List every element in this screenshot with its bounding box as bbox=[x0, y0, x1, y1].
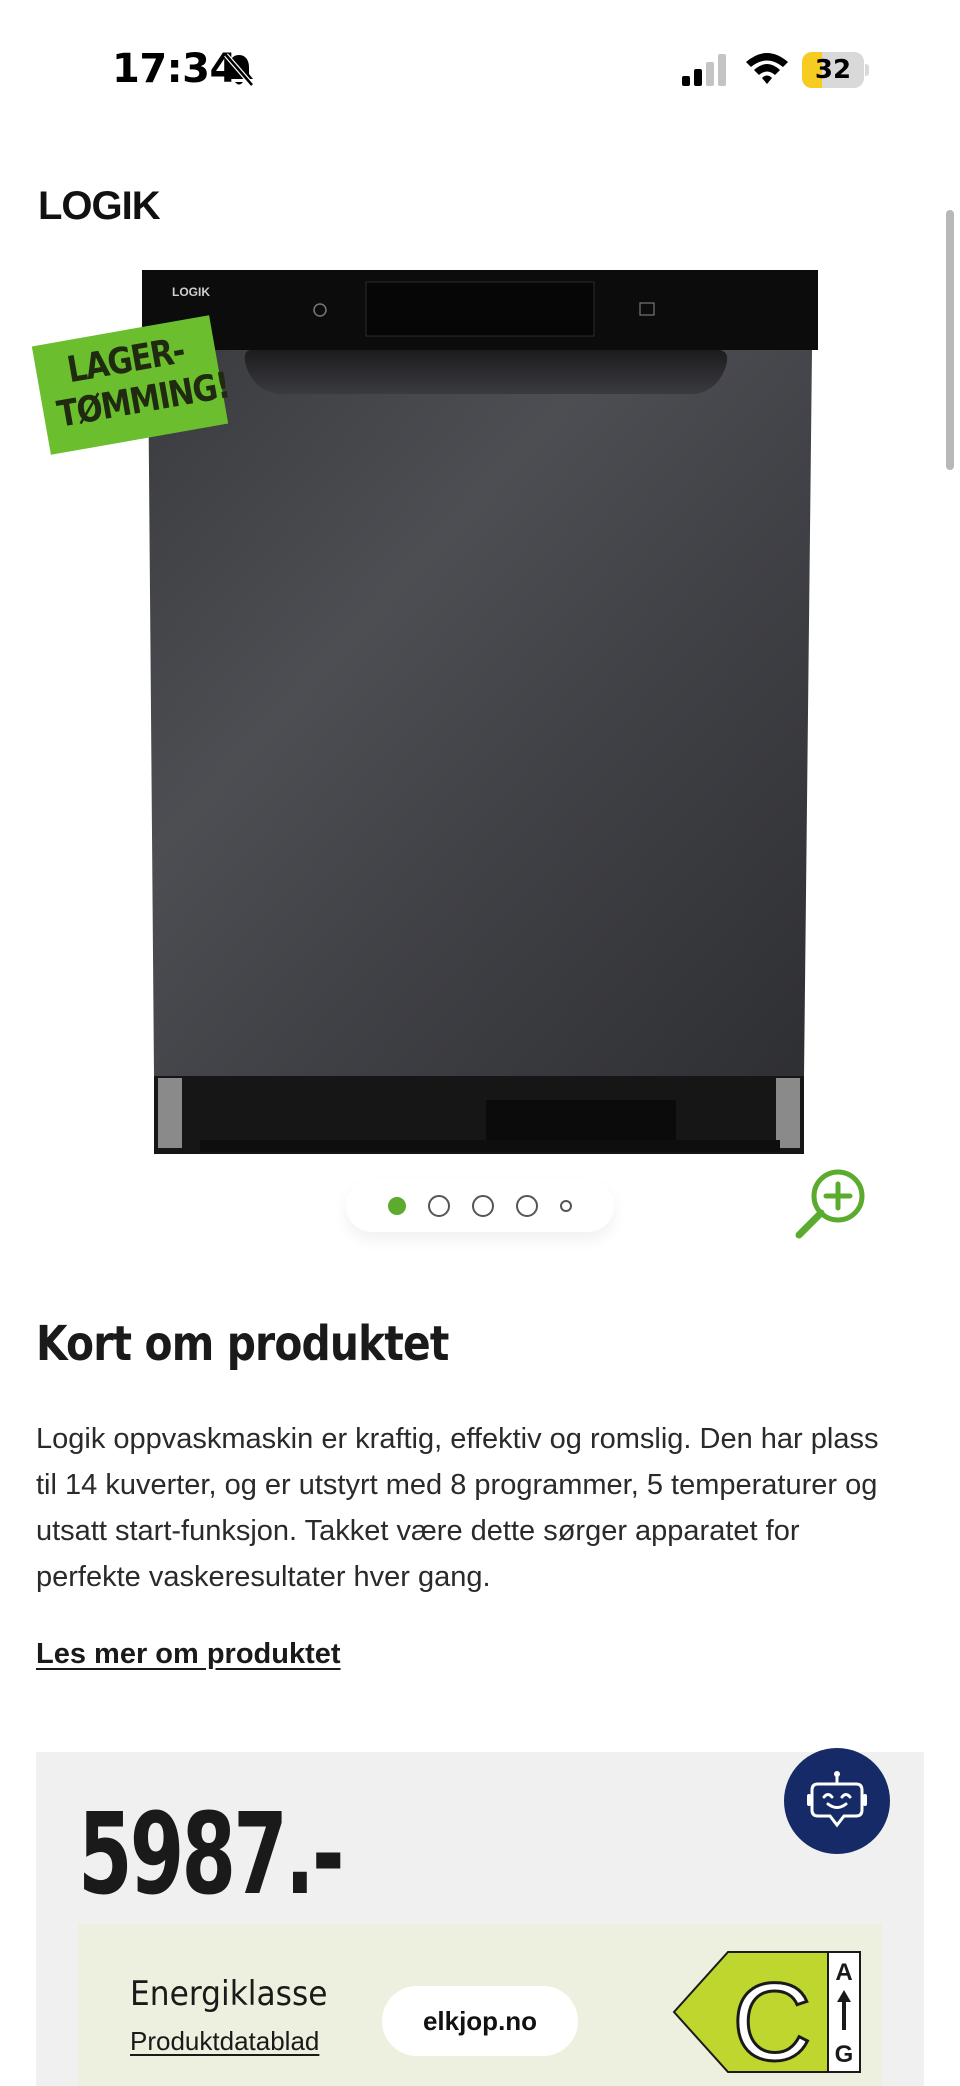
read-more-link[interactable]: Les mer om produktet bbox=[36, 1638, 341, 1671]
carousel-dot[interactable] bbox=[516, 1195, 538, 1217]
energy-class-letter: C bbox=[732, 1961, 811, 2074]
product-summary: Logik oppvaskmaskin er kraftig, effektiv… bbox=[36, 1423, 879, 1593]
battery-icon: 32 bbox=[802, 52, 869, 88]
energy-class-badge[interactable]: C A G bbox=[672, 1950, 862, 2074]
chat-bot-button[interactable] bbox=[784, 1748, 890, 1854]
signal-icon bbox=[682, 54, 726, 86]
energy-scale-bottom: G bbox=[835, 2041, 854, 2068]
wifi-icon bbox=[746, 53, 788, 84]
carousel-dot[interactable] bbox=[388, 1197, 406, 1215]
energy-scale-top: A bbox=[835, 1959, 852, 1986]
carousel-dots bbox=[346, 1180, 614, 1232]
brand-logo[interactable]: LOGIK bbox=[38, 184, 161, 229]
dishwasher-image[interactable]: LOGIK bbox=[140, 268, 820, 1166]
site-chip[interactable]: elkjop.no bbox=[382, 1986, 578, 2056]
zoom-in-icon[interactable] bbox=[792, 1166, 868, 1242]
status-time: 17:34 bbox=[112, 46, 237, 92]
price: 5987.- bbox=[78, 1790, 345, 1920]
carousel-dot[interactable] bbox=[428, 1195, 450, 1217]
carousel-dot[interactable] bbox=[560, 1200, 572, 1212]
battery-level: 32 bbox=[814, 55, 852, 85]
product-datasheet-link[interactable]: Produktdatablad bbox=[130, 2026, 319, 2057]
section-title: Kort om produktet bbox=[36, 1316, 449, 1372]
chat-bot-icon bbox=[807, 1771, 867, 1828]
energy-class-label: Energiklasse bbox=[130, 1974, 328, 2014]
status-bar: 17:34 32 bbox=[0, 0, 960, 140]
carousel-dot[interactable] bbox=[472, 1195, 494, 1217]
panel-logo: LOGIK bbox=[172, 285, 210, 299]
campaign-badge-text: LAGER- TØMMING! bbox=[54, 330, 233, 436]
scrollbar[interactable] bbox=[946, 210, 954, 470]
bell-off-icon bbox=[224, 53, 254, 87]
